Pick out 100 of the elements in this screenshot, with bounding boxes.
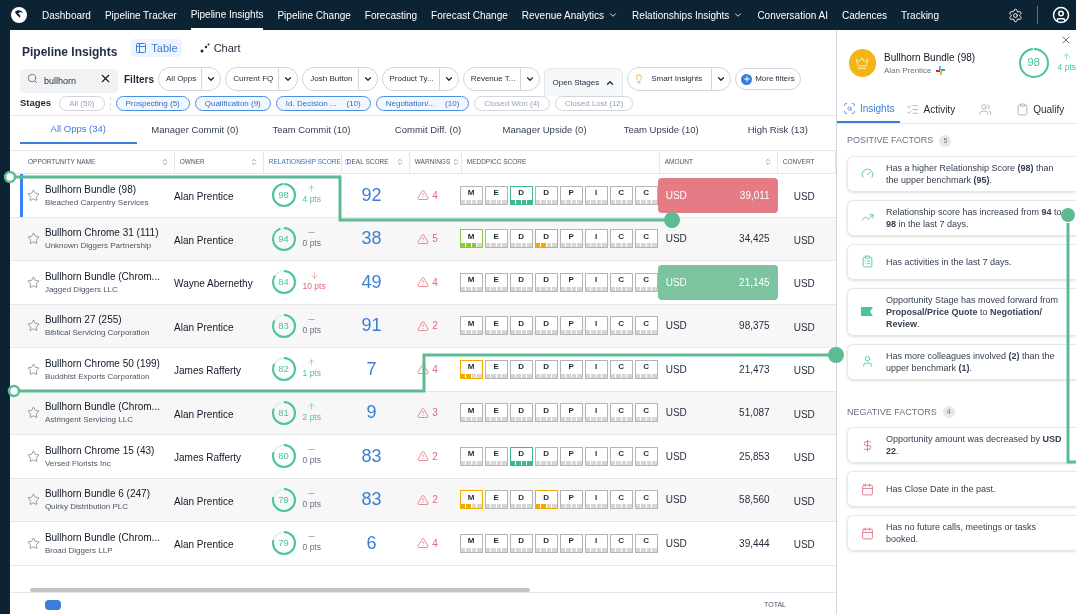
meddpicc-letter: C: [609, 185, 633, 205]
clear-icon[interactable]: [99, 72, 112, 85]
meddpicc-letter: D: [509, 185, 533, 205]
opportunity-name[interactable]: Bullhorn 27 (255): [44, 312, 150, 328]
opportunity-name[interactable]: Bullhorn Bundle (Chrom...: [44, 268, 160, 284]
trend-text: 2 pts: [302, 410, 321, 424]
page-button[interactable]: [45, 600, 61, 610]
meddpicc-letter: M: [459, 403, 483, 423]
sort-icon[interactable]: [763, 158, 772, 166]
panel-tab[interactable]: Insights: [837, 96, 901, 123]
opportunity-name[interactable]: Bullhorn Bundle (Chrom...: [44, 399, 160, 415]
table-row[interactable]: Bullhorn 27 (255) Biblical Servicing Corporation Alan Prentice 83 0 pts 91 2 M E D D P I C C USD 98,375 USD: [10, 304, 836, 348]
settings-icon[interactable]: [1008, 7, 1023, 23]
nav-item[interactable]: Forecast Change: [431, 0, 508, 30]
warning-icon: [417, 450, 430, 463]
panel-tab[interactable]: Qualify: [1010, 96, 1071, 123]
segment-tab[interactable]: Team Commit (10): [253, 116, 370, 144]
calendar-icon: [860, 526, 874, 540]
meddpicc-letter: E: [484, 272, 508, 292]
meddpicc-letter: C: [609, 316, 633, 336]
deal-score: 49: [361, 270, 382, 294]
factor-text: Has activities in the last 7 days.: [886, 255, 1012, 268]
segment-tab[interactable]: All Opps (34): [20, 116, 137, 144]
view-toggle[interactable]: Chart: [195, 38, 245, 58]
filters-label: Filters: [124, 72, 154, 87]
star-icon[interactable]: [26, 449, 40, 463]
scrollbar[interactable]: [30, 587, 530, 592]
segment-tab[interactable]: Manager Upside (0): [486, 116, 603, 144]
deal-score: 9: [366, 401, 377, 425]
avatar-icon: [849, 49, 876, 77]
stage-chip[interactable]: Qualification (9): [194, 96, 271, 111]
opportunity-name[interactable]: Bullhorn Chrome 15 (43): [44, 442, 155, 458]
nav-item[interactable]: Dashboard: [42, 0, 91, 30]
star-icon[interactable]: [26, 275, 40, 289]
sort-icon[interactable]: [160, 158, 169, 166]
relationship-score-ring: 94: [270, 225, 297, 252]
stage-chip[interactable]: Id. Decision ... (10): [275, 96, 371, 111]
segment-tab[interactable]: High Risk (13): [719, 116, 836, 144]
deal-score: 83: [361, 488, 382, 512]
amount-cell-text: USD 58,560: [664, 493, 771, 508]
sort-icon[interactable]: [249, 158, 258, 166]
convert-currency: USD: [793, 495, 815, 507]
search-icon: [27, 73, 38, 84]
nav-item[interactable]: Conversation AI: [757, 0, 828, 30]
filter-dropdown[interactable]: Open Stages: [544, 68, 624, 96]
meddpicc-letter: I: [584, 229, 608, 249]
meddpicc-letter: I: [584, 403, 608, 423]
stage-chip[interactable]: Prospecting (5): [115, 96, 190, 111]
nav-item[interactable]: Pipeline Tracker: [104, 0, 177, 30]
opportunity-name[interactable]: Bullhorn Chrome 31 (111): [44, 225, 159, 241]
segment-tab[interactable]: Team Upside (10): [602, 116, 720, 144]
view-toggle[interactable]: Table: [131, 38, 182, 58]
meddpicc-letter: M: [459, 185, 483, 205]
owner-name: Alan Prentice: [174, 321, 234, 333]
table-row[interactable]: Bullhorn Bundle (Chrom... Astringent Servicing LLC Alan Prentice 81 2 pts 9 3 M E D D P I C C USD 51,087 USD: [10, 391, 836, 435]
panel-tab[interactable]: Activity: [900, 96, 962, 123]
factor-text: Opportunity amount was decreased by USD 22.: [886, 433, 1062, 457]
search-field[interactable]: bullhorn: [20, 69, 118, 93]
nav-item[interactable]: Forecasting: [364, 0, 418, 30]
star-icon[interactable]: [26, 406, 40, 420]
sort-icon[interactable]: [452, 158, 461, 166]
sort-icon[interactable]: [395, 158, 404, 166]
star-icon[interactable]: [26, 188, 40, 202]
table-row[interactable]: Bullhorn Chrome 31 (111) Unknown Diggers Partnership Alan Prentice 94 0 pts 38 5 M E D D P I C C USD 34,425 USD: [10, 217, 836, 261]
meddpicc-letter: C: [634, 403, 658, 423]
caret-icon: [206, 74, 217, 84]
meddpicc-letter: M: [459, 359, 483, 379]
meddpicc-letter: P: [559, 316, 583, 336]
meddpicc-letter: C: [634, 490, 658, 510]
meddpicc-letter: D: [534, 403, 558, 423]
nav-item[interactable]: Relationships Insights: [632, 0, 744, 30]
star-icon[interactable]: [26, 232, 40, 246]
account-name: Astringent Servicing LLC: [44, 414, 134, 427]
relationship-score-ring: 84: [270, 269, 297, 296]
user-icon[interactable]: [1052, 6, 1070, 24]
opportunity-name[interactable]: Bullhorn Chrome 50 (199): [44, 355, 160, 371]
stage-chip[interactable]: Negotiation/... (10): [375, 96, 470, 111]
nav-item[interactable]: Cadences: [842, 0, 887, 30]
segment-tab[interactable]: Commit Diff. (0): [369, 116, 487, 144]
star-icon[interactable]: [26, 536, 40, 550]
caret-icon: [716, 74, 727, 84]
opportunity-name[interactable]: Bullhorn Bundle (Chrom...: [44, 529, 160, 545]
logo-icon[interactable]: [10, 6, 28, 24]
segment-tab[interactable]: Manager Commit (0): [136, 116, 254, 144]
meddpicc-letter: D: [509, 490, 533, 510]
table-row[interactable]: Bullhorn Bundle (98) Bleached Carpentry Services Alan Prentice 98 4 pts 92 4 M E D D P I C C USD 39,011 USD: [10, 174, 836, 218]
opportunity-name[interactable]: Bullhorn Bundle 6 (247): [44, 486, 150, 502]
nav-item[interactable]: Tracking: [901, 0, 939, 30]
opportunity-name[interactable]: Bullhorn Bundle (98): [44, 181, 149, 197]
warning-icon: [417, 319, 430, 332]
star-icon[interactable]: [26, 319, 40, 333]
meddpicc-letter: E: [484, 316, 508, 336]
star-icon[interactable]: [26, 362, 40, 376]
nav-item[interactable]: Revenue Analytics: [521, 0, 619, 30]
star-icon[interactable]: [26, 493, 40, 507]
people-icon: [979, 103, 993, 116]
close-icon[interactable]: [1060, 34, 1072, 46]
amount-cell-text: USD 98,375: [664, 319, 771, 334]
nav-item[interactable]: Pipeline Change: [277, 0, 351, 30]
table-row[interactable]: Bullhorn Bundle 6 (247) Quirky Distribution PLC Alan Prentice 79 0 pts 83 2 M E D D P I C C USD 58,560 USD: [10, 478, 836, 522]
